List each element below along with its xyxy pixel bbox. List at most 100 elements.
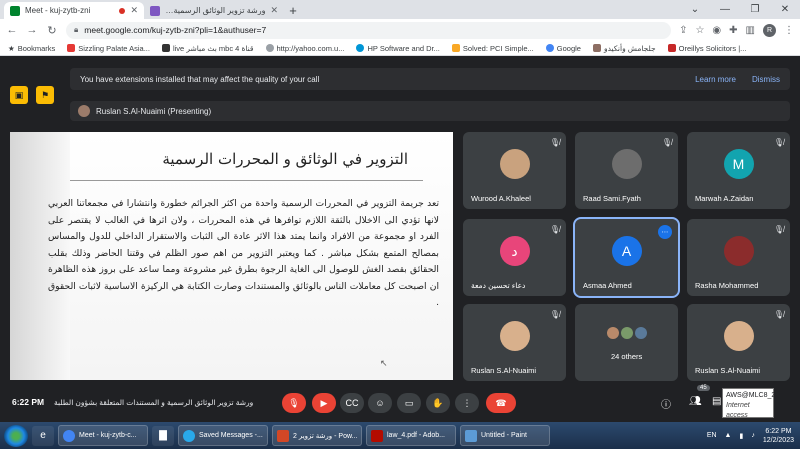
taskbar-item-powerpoint[interactable]: ورشة تزوير 2 - Pow... [272,425,362,446]
participant-initial-avatar: M [723,149,754,180]
learn-more-link[interactable]: Learn more [695,75,736,84]
browser-tab-meet[interactable]: Meet - kuj-zytb-zni ✕ [4,2,144,19]
share-icon[interactable]: ⇪ [679,25,687,36]
participant-name: Ruslan S.Al-Nuaimi [695,366,761,375]
bookmark-item[interactable]: Google [545,43,581,53]
bookmark-item[interactable]: Sizzling Palate Asia... [67,44,150,53]
forward-icon[interactable]: → [26,24,38,36]
address-bar[interactable]: 🔒︎ meet.google.com/kuj-zytb-zni?pli=1&au… [66,21,672,39]
back-icon[interactable]: ← [6,24,18,36]
new-tab-button[interactable]: + [284,2,302,19]
leave-call-button[interactable]: ☎ [486,393,516,413]
bookmark-item[interactable]: live بث مباشر mbc 4 قناة [161,44,254,53]
mic-off-icon: 🎙︎̸ [773,225,784,234]
present-button[interactable]: ▭ [397,393,421,413]
extensions-icon[interactable]: ✚ [729,25,737,36]
tab-close-icon[interactable]: ✕ [130,5,138,16]
star-icon[interactable]: ☆ [695,25,704,36]
participant-name: Ruslan S.Al-Nuaimi [471,366,537,375]
taskbar-item-label: Saved Messages -... [199,432,263,439]
extensions-warning-banner: You have extensions installed that may a… [70,68,790,90]
raise-hand-button[interactable]: ✋ [426,393,450,413]
others-tile[interactable]: 24 others [575,304,678,381]
tray-up-arrow-icon[interactable]: ▲ [725,432,732,439]
meeting-side-icons: ▣ ⚑ [10,86,54,104]
taskbar-item-chrome[interactable]: Meet - kuj-zytb-c... [58,425,148,446]
bookmark-favicon-icon [67,44,76,52]
participant-tile[interactable]: 🎙︎̸ Ruslan S.Al-Nuaimi [463,304,566,381]
meet-stage: ▣ ⚑ You have extensions installed that m… [0,56,800,422]
ie-icon[interactable]: e [32,425,54,446]
profile-avatar[interactable]: R [763,23,776,37]
bookmark-label: http://yahoo.com.u... [276,43,345,53]
mic-off-icon: 🎙︎̸ [773,138,784,147]
system-clock[interactable]: 6:22 PM 12/2/2023 [763,427,794,445]
bookmark-label: Bookmarks [17,43,56,53]
camera-toggle-button[interactable]: ▶ [312,393,336,413]
participant-name: Raad Sami.Fyath [583,194,641,203]
camera-icon[interactable]: ◉ [712,25,721,36]
start-button[interactable] [4,424,28,447]
participant-tile[interactable]: 🎙︎̸ د دعاء تحسين دمعة [463,219,566,296]
speaking-indicator-icon: ⋯ [658,225,672,239]
people-icon[interactable]: 👥︎ [689,396,702,407]
bookmark-item[interactable]: Solved: PCI Simple... [451,44,534,53]
participant-tile[interactable]: 🎙︎̸ Rasha Mohammed [687,219,790,296]
folder-icon[interactable]: ▇ [152,425,174,446]
others-count: 24 others [611,352,643,361]
taskbar-item-telegram[interactable]: Saved Messages -... [178,425,268,446]
lock-icon[interactable]: 🔒︎ [74,25,78,35]
toolbar-actions: ⇪ ☆ ◉ ✚ ▥ R ⋮ [679,23,794,37]
participant-tile[interactable]: 🎙︎̸ Raad Sami.Fyath [575,132,678,209]
taskbar-item-adobe[interactable]: law_4.pdf - Adob... [366,425,456,446]
participant-tile[interactable]: 🎙︎̸ Ruslan S.Al-Nuaimi [687,304,790,381]
participant-tile[interactable]: 🎙︎̸ M Marwah A.Zaidan [687,132,790,209]
more-options-button[interactable]: ⋮ [455,393,479,413]
minimize-icon[interactable]: — [710,0,740,19]
participant-photo [723,236,754,267]
clock-date: 12/2/2023 [762,436,794,444]
sidebar-icon[interactable]: ▥ [746,25,755,36]
chat-icon[interactable]: ▤ [712,396,721,407]
volume-icon[interactable]: ♪ [751,432,755,439]
dismiss-button[interactable]: Dismiss [752,75,780,84]
tab-search-icon[interactable]: ⌄ [680,0,710,19]
presenting-bar: Ruslan S.Al-Nuaimi (Presenting) [70,101,790,121]
bookmark-label: Google [556,43,581,53]
participant-photo [611,149,642,180]
participant-tile-speaking[interactable]: ⋯ A Asmaa Ahmed [573,217,680,298]
recording-dot-icon [119,7,126,14]
restore-icon[interactable]: ❐ [740,0,770,19]
host-controls-icon[interactable]: ⚑ [36,86,54,104]
browser-tab-workshop[interactable]: ورشة تزوير الوثائق الرسمية و المستندات ا… [144,2,284,19]
bookmark-item[interactable]: جلجامش وأنكيدو [592,44,656,53]
bookmark-label: HP Software and Dr... [367,43,440,53]
close-window-icon[interactable]: ✕ [770,0,800,19]
participant-tile[interactable]: 🎙︎̸ Wurood A.Khaleel [463,132,566,209]
mic-off-icon: 🎙︎̸ [549,310,560,319]
bookmark-item[interactable]: Oreillys Solicitors |... [667,43,747,53]
bookmark-item[interactable]: ★ Bookmarks [8,44,55,53]
reload-icon[interactable]: ↻ [46,24,58,37]
captions-button[interactable]: CC [340,393,364,413]
mic-off-icon: 🎙︎̸ [773,310,784,319]
bookmark-label: Oreillys Solicitors |... [678,43,747,53]
emoji-button[interactable]: ☺ [368,393,392,413]
star-icon: ★ [8,43,15,53]
bookmark-item[interactable]: HP Software and Dr... [356,43,440,53]
participant-name: Asmaa Ahmed [583,281,632,290]
mic-toggle-button[interactable]: 🎙︎ [282,393,306,413]
network-name: AWS@MLC8_2 [726,392,776,399]
network-icon[interactable]: ▮ [739,432,743,440]
menu-icon[interactable]: ⋮ [784,25,794,36]
tab-label: ورشة تزوير الوثائق الرسمية و المستندات ا… [165,6,266,15]
network-status: Internet access [726,402,750,419]
tab-close-icon[interactable]: ✕ [270,5,278,16]
bookmark-item[interactable]: http://yahoo.com.u... [265,43,345,53]
language-indicator[interactable]: EN [707,432,717,439]
safety-icon[interactable]: ▣ [10,86,28,104]
taskbar-item-paint[interactable]: Untitled - Paint [460,425,550,446]
windows-taskbar: e Meet - kuj-zytb-c... ▇ Saved Messages … [0,422,800,449]
info-icon[interactable]: ⓘ [661,396,671,411]
other-avatar [620,327,633,340]
